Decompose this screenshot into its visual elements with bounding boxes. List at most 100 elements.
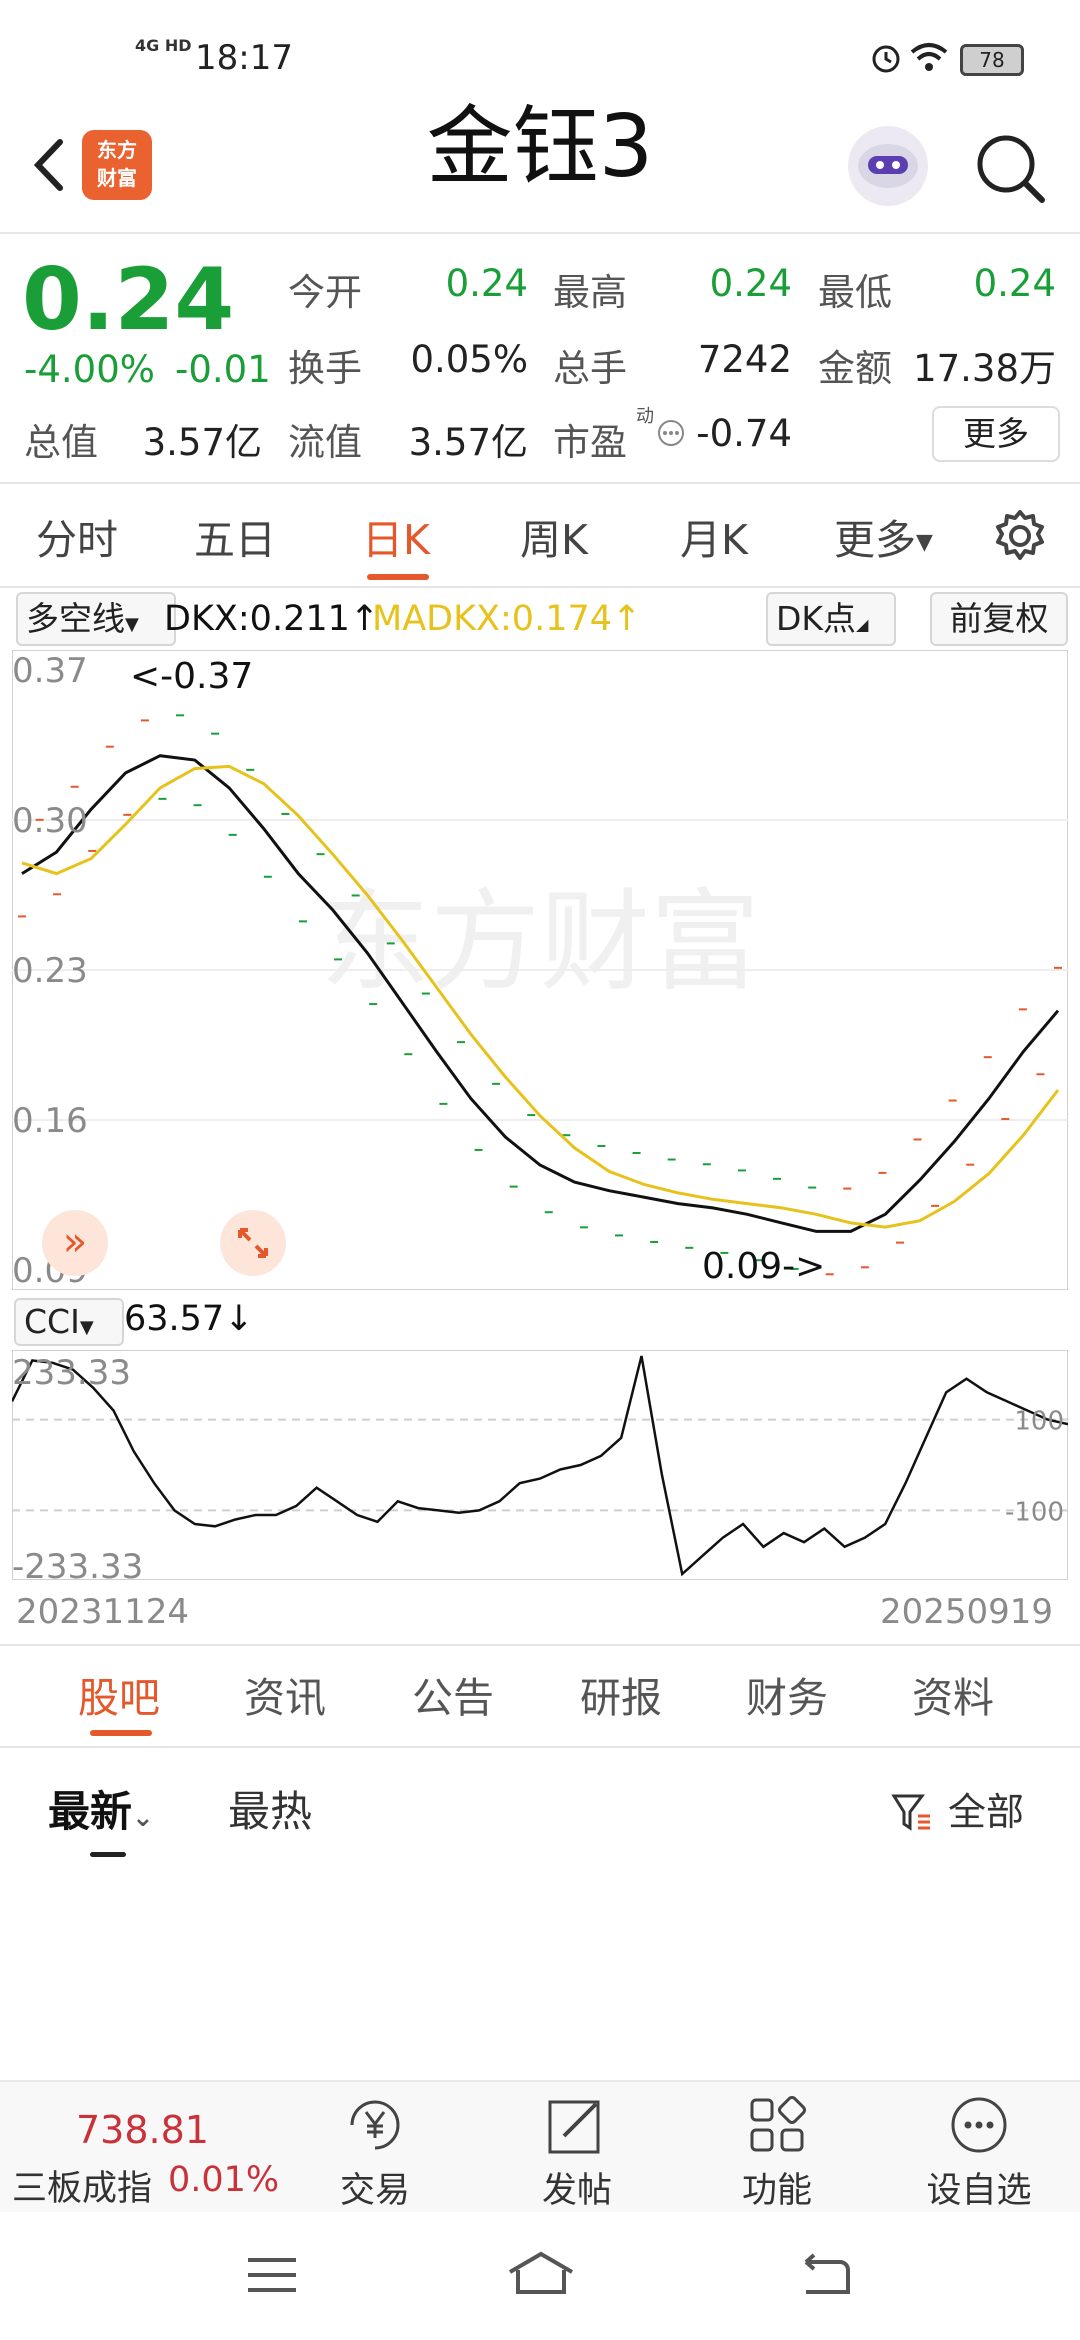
y-tick-label: 0.37 <box>12 651 88 691</box>
float-label: 流值 <box>288 421 362 464</box>
x-end-label: 20250919 <box>880 1592 1054 1632</box>
divider <box>0 232 1080 234</box>
open-label: 今开 <box>288 271 362 314</box>
alarm-icon <box>872 45 900 73</box>
low-annotation: 0.09-> <box>702 1246 825 1287</box>
high-annotation: <-0.37 <box>130 656 253 697</box>
fullscreen-icon[interactable] <box>220 1210 286 1276</box>
tab-daily-k[interactable]: 日K <box>362 510 430 570</box>
x-start-label: 20231124 <box>16 1592 190 1632</box>
tab-announcements[interactable]: 公告 <box>412 1668 494 1728</box>
chevron-down-icon: ⌄ <box>132 1803 154 1833</box>
watchlist-more-icon[interactable] <box>948 2094 1010 2156</box>
home-icon[interactable] <box>506 2248 576 2298</box>
trade-label[interactable]: 交易 <box>320 2162 430 2213</box>
divider <box>0 1644 1080 1646</box>
low-value: 0.24 <box>973 262 1056 305</box>
dkx-value: DKX:0.211↑ <box>164 599 380 639</box>
index-change[interactable]: 0.01% <box>168 2160 279 2200</box>
change-percent: -4.00% <box>24 348 155 391</box>
y-tick-label: 0.23 <box>12 951 88 991</box>
watermark: 东方财富 <box>320 878 760 1006</box>
cci-tick-label: -233.33 <box>12 1547 143 1580</box>
sort-hot[interactable]: 最热 <box>228 1782 312 1842</box>
cci-tick-label: -100 <box>1005 1497 1064 1527</box>
function-grid-icon[interactable] <box>746 2094 808 2156</box>
cci-chart[interactable]: 233.33 100 -100 -233.33 <box>12 1350 1068 1580</box>
cci-select[interactable]: CCI▼ <box>14 1298 124 1346</box>
function-label[interactable]: 功能 <box>722 2162 832 2213</box>
tab-finance[interactable]: 财务 <box>746 1668 828 1728</box>
cci-value: 63.57↓ <box>124 1299 254 1339</box>
search-icon[interactable] <box>970 128 1050 208</box>
system-nav-bar <box>0 2212 1080 2340</box>
pe-value: -0.74 <box>696 412 792 455</box>
caret-down-icon: ▼ <box>79 1317 94 1338</box>
tab-5day[interactable]: 五日 <box>194 510 276 570</box>
assistant-robot-icon[interactable] <box>848 126 928 206</box>
dk-point-button[interactable]: DK点◢ <box>766 592 896 646</box>
tab-more[interactable]: 更多▼ <box>834 510 933 573</box>
trade-yen-icon[interactable] <box>342 2092 408 2158</box>
pe-label: 市盈 <box>553 421 627 464</box>
corner-triangle-icon: ◢ <box>856 615 869 634</box>
cci-tick-label: 233.33 <box>12 1353 131 1393</box>
amount-value: 17.38万 <box>913 347 1056 390</box>
volume-value: 7242 <box>697 338 792 381</box>
volume-label: 总手 <box>553 347 627 390</box>
more-quote-button[interactable]: 更多 <box>932 406 1060 462</box>
series-line-cci <box>12 1355 1068 1577</box>
y-ticks: 0.370.300.230.160.09 <box>12 651 88 1290</box>
mktcap-label: 总值 <box>24 421 98 464</box>
turnover-value: 0.05% <box>410 338 528 381</box>
adjust-button[interactable]: 前复权 <box>930 592 1068 646</box>
wifi-icon <box>910 43 948 71</box>
turnover-label: 换手 <box>288 347 362 390</box>
divider <box>0 482 1080 484</box>
tab-underline <box>90 1730 152 1736</box>
y-tick-label: 0.16 <box>12 1101 88 1141</box>
indicator-select[interactable]: 多空线▼ <box>16 592 176 646</box>
y-tick-label: 0.30 <box>12 801 88 841</box>
bottom-toolbar: 738.81 三板成指 0.01% 交易 发帖 功能 设自选 <box>0 2080 1080 2214</box>
filter-icon[interactable] <box>890 1790 934 1834</box>
tab-guba[interactable]: 股吧 <box>78 1668 160 1728</box>
amount-label: 金额 <box>818 347 892 390</box>
battery-indicator: 78 <box>960 44 1024 76</box>
clock: 18:17 <box>195 38 293 78</box>
expand-right-icon[interactable]: » <box>42 1210 108 1276</box>
tab-monthly-k[interactable]: 月K <box>680 510 748 570</box>
mktcap-value: 3.57亿 <box>142 421 262 464</box>
network-indicator: 4G HD <box>135 36 192 55</box>
high-label: 最高 <box>553 271 627 314</box>
cci-tick-label: 100 <box>1014 1407 1064 1437</box>
tab-intraday[interactable]: 分时 <box>36 510 118 570</box>
caret-down-icon: ▼ <box>916 530 933 555</box>
tab-weekly-k[interactable]: 周K <box>520 510 588 570</box>
grid <box>12 819 1068 1121</box>
divider <box>0 586 1080 588</box>
settings-gear-icon[interactable] <box>992 508 1048 564</box>
tab-profile[interactable]: 资料 <box>912 1668 994 1728</box>
post-edit-icon[interactable] <box>544 2092 610 2158</box>
post-label[interactable]: 发帖 <box>522 2162 632 2213</box>
sort-underline <box>90 1852 126 1857</box>
info-icon[interactable] <box>656 418 686 448</box>
high-value: 0.24 <box>709 262 792 305</box>
watchlist-label[interactable]: 设自选 <box>914 2162 1044 2213</box>
index-value[interactable]: 738.81 <box>76 2108 209 2152</box>
index-name[interactable]: 三板成指 <box>12 2160 152 2211</box>
tab-news[interactable]: 资讯 <box>244 1668 326 1728</box>
menu-icon[interactable] <box>244 2252 300 2298</box>
back-nav-icon[interactable] <box>796 2252 852 2298</box>
madkx-value: MADKX:0.174↑ <box>372 599 642 639</box>
tab-underline <box>367 574 429 580</box>
sort-latest[interactable]: 最新⌄ <box>48 1782 154 1848</box>
float-value: 3.57亿 <box>408 421 528 464</box>
pe-dynamic-sup: 动 <box>636 406 654 427</box>
tab-research[interactable]: 研报 <box>580 1668 662 1728</box>
current-price: 0.24 <box>22 250 235 350</box>
caret-down-icon: ▼ <box>125 614 139 635</box>
filter-all[interactable]: 全部 <box>948 1782 1024 1842</box>
kline-chart[interactable]: 东方财富 0.370.300.230.160.09 <-0.37 0.09-> <box>12 650 1068 1290</box>
